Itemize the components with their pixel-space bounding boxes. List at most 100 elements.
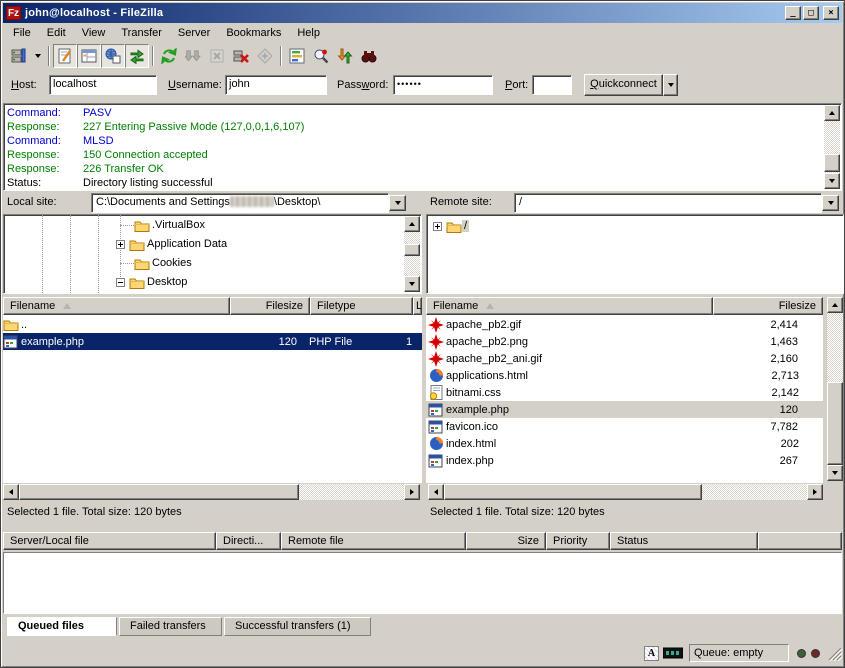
- maximize-button[interactable]: □: [803, 6, 819, 20]
- queue-column-spacer: [758, 532, 842, 550]
- expand-plus-icon[interactable]: [433, 222, 442, 231]
- tree-item-application-data[interactable]: Application Data: [116, 235, 229, 253]
- remote-list-scroll-right-button[interactable]: [807, 484, 823, 500]
- cancel-operation-button[interactable]: [205, 44, 229, 68]
- queue-column-direction[interactable]: Directi...: [216, 532, 281, 550]
- log-line-text: MLSD: [83, 134, 114, 148]
- log-scroll-up-button[interactable]: [824, 105, 840, 121]
- tab-successful-transfers[interactable]: Successful transfers (1): [224, 617, 371, 636]
- tab-failed-transfers[interactable]: Failed transfers: [119, 617, 222, 636]
- synchronized-browsing-button[interactable]: [333, 44, 357, 68]
- minimize-button[interactable]: _: [785, 6, 801, 20]
- local-site-combo-dropdown[interactable]: [389, 195, 406, 211]
- queue-column-status[interactable]: Status: [610, 532, 758, 550]
- queue-status-pane: Queue: empty: [689, 644, 789, 662]
- local-list-scroll-left-button[interactable]: [3, 484, 19, 500]
- local-site-path-combo[interactable]: C:\Documents and Settings\Desktop\: [91, 193, 389, 213]
- remote-file-row[interactable]: index.php 267: [426, 452, 823, 469]
- refresh-button[interactable]: [157, 44, 181, 68]
- folder-icon: [446, 220, 462, 233]
- remote-list-scrollbar-thumb[interactable]: [827, 382, 843, 465]
- menu-file[interactable]: File: [5, 25, 39, 41]
- local-tree-scroll-down-button[interactable]: [404, 276, 420, 292]
- datatype-ascii-icon[interactable]: A: [644, 646, 659, 661]
- quickconnect-dropdown-button[interactable]: [663, 74, 678, 96]
- local-column-filename[interactable]: Filename: [3, 297, 230, 315]
- tree-item-root[interactable]: /: [433, 217, 469, 235]
- host-input[interactable]: localhost: [49, 75, 157, 95]
- local-file-row-parent[interactable]: ..: [3, 316, 422, 333]
- tree-item-virtualbox[interactable]: .VirtualBox: [116, 216, 207, 234]
- remote-file-row[interactable]: index.html 202: [426, 435, 823, 452]
- indicator-badge-icon[interactable]: [663, 647, 683, 659]
- toggle-transfer-queue-button[interactable]: [125, 44, 149, 68]
- toggle-message-log-button[interactable]: [53, 44, 77, 68]
- remote-list-hscrollbar-thumb[interactable]: [444, 484, 702, 500]
- queue-column-server-local-file[interactable]: Server/Local file: [3, 532, 216, 550]
- remote-column-filename[interactable]: Filename: [426, 297, 713, 315]
- local-list-hscrollbar-thumb[interactable]: [19, 484, 299, 500]
- close-button[interactable]: ×: [823, 6, 839, 20]
- menu-edit[interactable]: Edit: [39, 25, 74, 41]
- queue-column-priority[interactable]: Priority: [546, 532, 610, 550]
- arrow-up-icon: [409, 222, 415, 226]
- queue-column-remote-file[interactable]: Remote file: [281, 532, 466, 550]
- queue-column-size[interactable]: Size: [466, 532, 546, 550]
- menu-view[interactable]: View: [74, 25, 114, 41]
- site-manager-dropdown-button[interactable]: [31, 44, 45, 68]
- log-line-text: 227 Entering Passive Mode (127,0,0,1,6,1…: [83, 120, 304, 134]
- toggle-remote-tree-button[interactable]: [101, 44, 125, 68]
- tab-queued-files[interactable]: Queued files: [7, 617, 117, 636]
- menu-server[interactable]: Server: [170, 25, 218, 41]
- local-list-scroll-right-button[interactable]: [404, 484, 420, 500]
- resize-grip[interactable]: [826, 645, 842, 661]
- local-column-filesize[interactable]: Filesize: [230, 297, 310, 315]
- username-input[interactable]: john: [225, 75, 327, 95]
- process-queue-button[interactable]: [181, 44, 205, 68]
- log-scroll-down-button[interactable]: [824, 173, 840, 189]
- remote-file-row-selected[interactable]: example.php 120: [426, 401, 823, 418]
- log-scrollbar-thumb[interactable]: [824, 154, 840, 172]
- disconnect-button[interactable]: [229, 44, 253, 68]
- menu-transfer[interactable]: Transfer: [113, 25, 170, 41]
- local-tree-scrollbar-thumb[interactable]: [404, 244, 420, 256]
- quickconnect-button[interactable]: Quickconnect: [584, 74, 663, 96]
- find-files-button[interactable]: [357, 44, 381, 68]
- filesize-cell: 2,142: [711, 387, 811, 399]
- remote-site-path-combo[interactable]: /: [514, 193, 822, 213]
- expand-plus-icon[interactable]: [116, 240, 125, 249]
- remote-list-scroll-down-button[interactable]: [827, 465, 843, 481]
- html-file-icon: [429, 368, 444, 383]
- filter-button[interactable]: [285, 44, 309, 68]
- port-input[interactable]: [532, 75, 572, 95]
- directory-comparison-button[interactable]: [309, 44, 333, 68]
- local-file-row-selected[interactable]: example.php 120 PHP File 1: [3, 333, 422, 350]
- reconnect-button[interactable]: [253, 44, 277, 68]
- remote-site-combo-dropdown[interactable]: [822, 195, 839, 211]
- remote-list-scroll-left-button[interactable]: [428, 484, 444, 500]
- remote-list-scroll-up-button[interactable]: [827, 297, 843, 313]
- tree-item-cookies[interactable]: Cookies: [116, 254, 194, 272]
- local-column-last-modified[interactable]: L: [413, 297, 422, 315]
- menu-help[interactable]: Help: [289, 25, 328, 41]
- site-manager-button[interactable]: [7, 44, 31, 68]
- remote-file-row[interactable]: apache_pb2.gif 2,414: [426, 316, 823, 333]
- remote-file-row[interactable]: apache_pb2.png 1,463: [426, 333, 823, 350]
- local-tree-scroll-up-button[interactable]: [404, 216, 420, 232]
- css-file-icon: [429, 385, 444, 400]
- remote-file-row[interactable]: favicon.ico 7,782: [426, 418, 823, 435]
- local-file-list: .. example.php 120 PHP File 1: [3, 315, 422, 483]
- reconnect-icon: [257, 48, 273, 64]
- toggle-local-tree-button[interactable]: [77, 44, 101, 68]
- local-tree-icon: [81, 48, 97, 64]
- menu-bookmarks[interactable]: Bookmarks: [218, 25, 289, 41]
- remote-file-row[interactable]: applications.html 2,713: [426, 367, 823, 384]
- filename-cell: ..: [21, 319, 230, 331]
- tree-item-desktop[interactable]: Desktop: [116, 273, 189, 291]
- local-column-filetype[interactable]: Filetype: [310, 297, 413, 315]
- remote-column-filesize[interactable]: Filesize: [713, 297, 823, 315]
- password-input[interactable]: ••••••: [393, 75, 493, 95]
- collapse-minus-icon[interactable]: [116, 278, 125, 287]
- remote-file-row[interactable]: bitnami.css 2,142: [426, 384, 823, 401]
- remote-file-row[interactable]: apache_pb2_ani.gif 2,160: [426, 350, 823, 367]
